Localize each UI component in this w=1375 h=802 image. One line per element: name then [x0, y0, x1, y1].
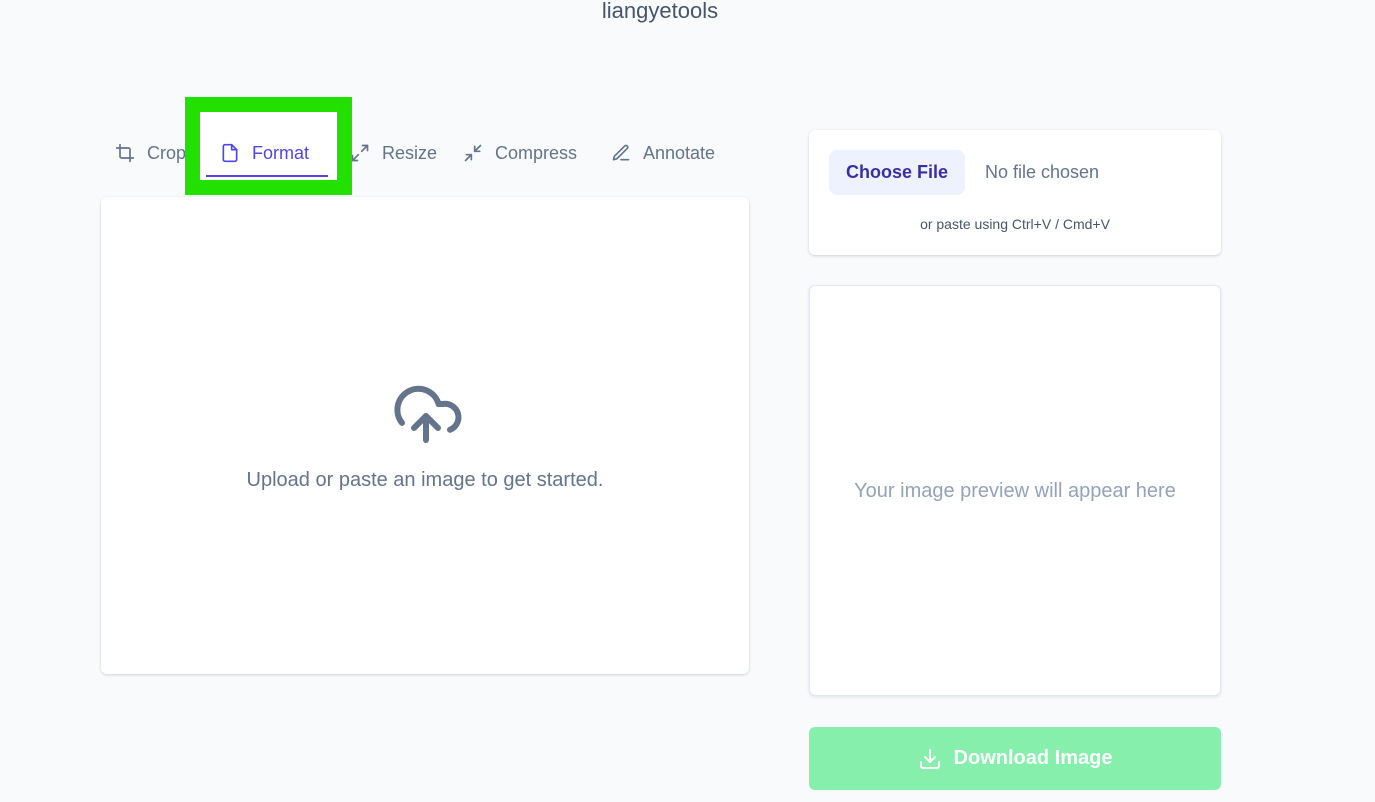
- cloud-upload-icon: [394, 385, 462, 443]
- file-input-card: Choose File No file chosen or paste usin…: [809, 130, 1221, 255]
- upload-message: Upload or paste an image to get started.: [246, 469, 604, 491]
- tab-crop-label: Crop: [147, 142, 187, 163]
- tab-format-label: Format: [252, 142, 310, 163]
- tab-crop[interactable]: Crop: [115, 130, 186, 176]
- tool-tabs: Crop Resize Compress Annotate: [100, 130, 750, 180]
- image-preview: Your image preview will appear here: [809, 285, 1221, 696]
- tab-compress-label: Compress: [495, 142, 578, 163]
- paste-hint: or paste using Ctrl+V / Cmd+V: [920, 216, 1110, 232]
- file-status: No file chosen: [985, 162, 1100, 182]
- compress-icon: [464, 144, 482, 162]
- tab-annotate-label: Annotate: [643, 142, 716, 163]
- app-title: liangyetools: [601, 0, 719, 23]
- download-button[interactable]: Download Image: [809, 727, 1221, 790]
- choose-file-button[interactable]: Choose File: [829, 150, 965, 195]
- tab-annotate[interactable]: Annotate: [611, 130, 715, 176]
- file-icon: [222, 143, 238, 163]
- tab-format[interactable]: Format: [220, 130, 309, 176]
- download-icon: [919, 748, 940, 769]
- resize-icon: [351, 144, 369, 162]
- tab-resize[interactable]: Resize: [350, 130, 437, 176]
- active-tab-indicator: [206, 175, 328, 177]
- pencil-icon: [612, 144, 630, 161]
- crop-icon: [115, 143, 135, 163]
- preview-placeholder: Your image preview will appear here: [854, 480, 1176, 502]
- upload-dropzone[interactable]: Upload or paste an image to get started.: [101, 197, 749, 674]
- download-label: Download Image: [953, 747, 1113, 769]
- tab-compress[interactable]: Compress: [463, 130, 577, 176]
- tab-resize-label: Resize: [382, 142, 438, 163]
